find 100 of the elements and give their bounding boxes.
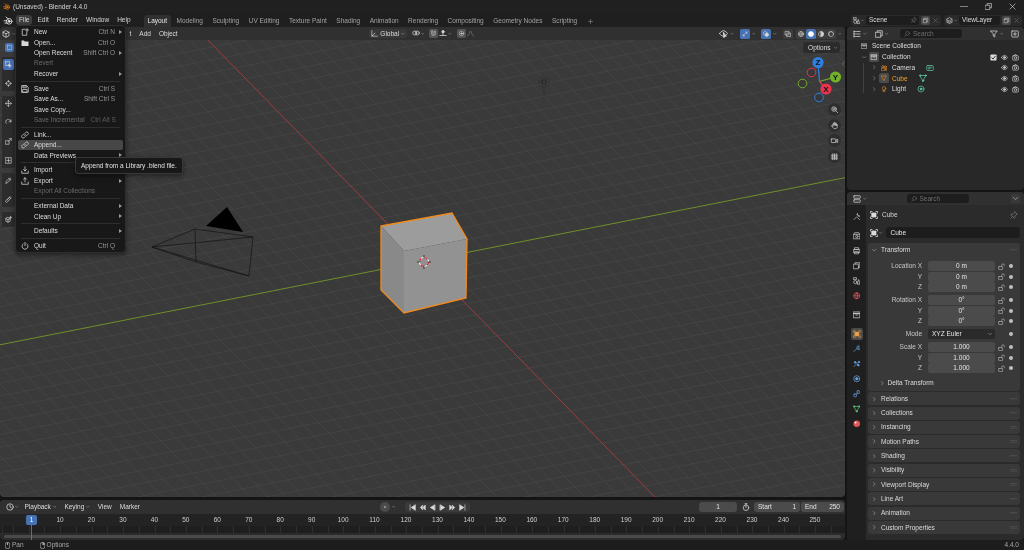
axes-icon[interactable]	[371, 30, 379, 37]
keyframe-dot-icon[interactable]	[1009, 355, 1013, 360]
render-camera-icon[interactable]	[1012, 64, 1019, 72]
stopwatch-icon[interactable]	[742, 503, 750, 511]
lock-icon[interactable]	[998, 343, 1005, 351]
previous-keyframe-icon[interactable]	[419, 503, 427, 511]
scale-icon[interactable]	[5, 138, 12, 145]
overlay-circles-icon[interactable]	[761, 28, 771, 39]
movie-camera-icon[interactable]	[880, 64, 888, 71]
properties-editor-icon[interactable]	[853, 194, 861, 203]
camera-data-icon[interactable]	[926, 63, 935, 72]
box-icon[interactable]	[869, 52, 879, 63]
transform-icon[interactable]	[5, 157, 12, 164]
display-mode-icon[interactable]	[874, 29, 883, 38]
keyframe-dot-icon[interactable]	[1009, 274, 1013, 279]
axis-handle[interactable]	[797, 78, 808, 89]
rotate-icon[interactable]	[5, 119, 12, 126]
screwdriver-wrench-icon[interactable]	[852, 213, 861, 221]
triangle-icon[interactable]	[879, 73, 889, 84]
move-icon[interactable]	[5, 100, 12, 107]
lock-icon[interactable]	[998, 262, 1005, 270]
lock-icon[interactable]	[998, 364, 1005, 372]
cursor-icon[interactable]	[5, 80, 12, 87]
keyframe-dot-icon[interactable]	[1009, 319, 1013, 323]
import-icon[interactable]	[20, 166, 29, 175]
pan-hand-icon[interactable]	[828, 118, 841, 132]
maximize-icon[interactable]	[985, 3, 992, 10]
eye-cursor-icon[interactable]	[719, 29, 728, 38]
snap-target-icon[interactable]	[439, 29, 448, 38]
list-tree-icon[interactable]	[853, 29, 861, 38]
rendered-sphere-icon[interactable]	[825, 28, 836, 39]
orbit-icon[interactable]	[852, 375, 861, 383]
plus-icon[interactable]	[587, 18, 593, 24]
triangle-mesh-icon[interactable]	[852, 405, 861, 413]
keyframe-dot-icon[interactable]	[1009, 332, 1013, 336]
image-stack-icon[interactable]	[852, 262, 861, 270]
material-sphere-icon[interactable]	[815, 28, 826, 39]
submenu-arrow-icon[interactable]	[119, 204, 122, 209]
axis-handle[interactable]	[814, 92, 824, 103]
eye-icon[interactable]	[1001, 53, 1008, 61]
clock-icon[interactable]	[6, 503, 14, 511]
link-icon[interactable]	[20, 130, 29, 139]
jump-to-end-icon[interactable]	[459, 503, 467, 511]
solid-sphere-icon[interactable]	[805, 28, 816, 39]
lock-icon[interactable]	[998, 296, 1005, 304]
checkbox-checked-icon[interactable]	[990, 53, 997, 61]
layers-icon[interactable]	[946, 16, 953, 24]
wireframe-sphere-icon[interactable]	[795, 28, 806, 39]
cube-icon[interactable]	[2, 29, 10, 38]
constraint-link-icon[interactable]	[852, 390, 861, 398]
lock-icon[interactable]	[998, 273, 1005, 280]
submenu-arrow-icon[interactable]	[119, 178, 122, 183]
lock-icon[interactable]	[998, 354, 1005, 361]
minimize-icon[interactable]	[960, 5, 968, 8]
box-icon[interactable]	[860, 43, 868, 50]
submenu-arrow-icon[interactable]	[119, 50, 122, 55]
axis-handle[interactable]: Z	[812, 56, 824, 83]
blender-logo-icon[interactable]	[3, 15, 13, 25]
wrench-icon[interactable]	[852, 345, 861, 353]
mesh-data-icon[interactable]	[918, 74, 927, 83]
ruler-icon[interactable]	[5, 196, 12, 203]
select-box-icon[interactable]	[3, 59, 14, 70]
lock-icon[interactable]	[998, 317, 1005, 325]
eye-icon[interactable]	[1001, 74, 1008, 82]
render-camera-icon[interactable]	[1012, 74, 1019, 82]
box-icon[interactable]	[852, 311, 861, 319]
play-icon[interactable]	[439, 503, 447, 511]
link-icon[interactable]	[20, 141, 29, 150]
power-icon[interactable]	[20, 242, 29, 251]
render-camera-icon[interactable]	[852, 232, 861, 240]
magnet-icon[interactable]	[429, 29, 439, 38]
light-data-icon[interactable]	[917, 85, 926, 94]
render-camera-icon[interactable]	[1012, 53, 1019, 61]
scene-icon[interactable]	[853, 16, 860, 24]
xray-squares-icon[interactable]	[782, 28, 793, 39]
camera-icon[interactable]	[828, 134, 841, 147]
grid-icon[interactable]	[828, 149, 841, 163]
sphere-icon[interactable]	[852, 420, 861, 428]
keyframe-dot-icon[interactable]	[1009, 345, 1013, 349]
record-icon[interactable]	[379, 502, 390, 512]
pin-icon[interactable]	[1010, 211, 1018, 219]
folder-icon[interactable]	[20, 38, 29, 47]
keyframe-dot-icon[interactable]	[1009, 298, 1013, 302]
render-camera-icon[interactable]	[1012, 85, 1019, 93]
duplicate-icon[interactable]	[1002, 15, 1011, 25]
printer-icon[interactable]	[852, 247, 861, 255]
particles-icon[interactable]	[852, 360, 861, 368]
keyframe-dot-icon[interactable]	[1009, 264, 1013, 268]
pivot-icon[interactable]	[411, 29, 420, 38]
submenu-arrow-icon[interactable]	[119, 30, 122, 35]
axis-handle[interactable]	[806, 67, 817, 78]
zoom-icon[interactable]	[828, 103, 841, 116]
next-keyframe-icon[interactable]	[449, 503, 457, 511]
submenu-arrow-icon[interactable]	[119, 214, 122, 219]
new-collection-icon[interactable]	[1011, 29, 1019, 38]
keyframe-dot-icon[interactable]	[1009, 308, 1013, 313]
play-reverse-icon[interactable]	[429, 503, 437, 511]
eye-icon[interactable]	[1001, 64, 1008, 72]
lock-icon[interactable]	[998, 283, 1005, 291]
new-file-icon[interactable]	[20, 28, 29, 37]
